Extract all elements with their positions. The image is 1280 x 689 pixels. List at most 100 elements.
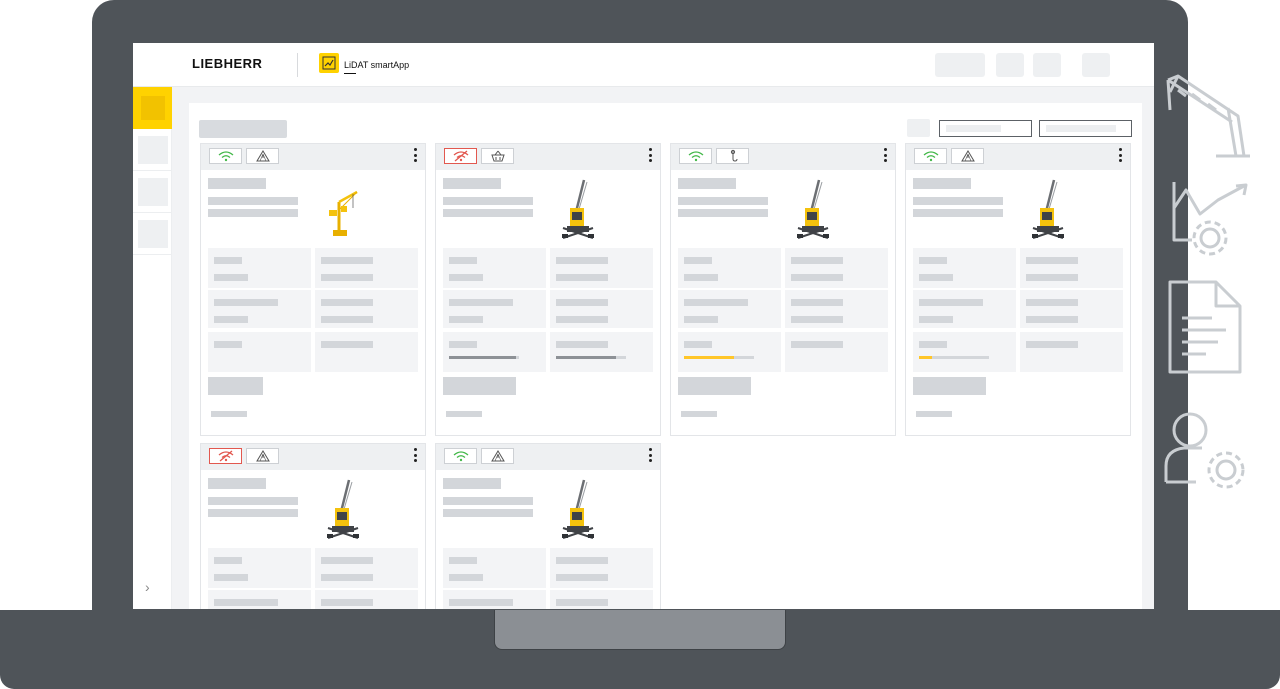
machine-card[interactable]: [200, 143, 426, 436]
metric-cell: [785, 248, 888, 288]
machine-card[interactable]: [435, 443, 661, 609]
metric-label-placeholder: [449, 341, 477, 348]
machine-card[interactable]: [200, 443, 426, 609]
sidebar-expand-icon[interactable]: ›: [145, 579, 150, 595]
machine-name-placeholder: [443, 178, 501, 189]
metric-cell: [1020, 248, 1123, 288]
metric-label-placeholder: [556, 557, 608, 564]
app-screen: LIEBHERR LiDAT smartApp ›: [133, 43, 1154, 609]
warning-icon: [960, 150, 975, 162]
metric-cell: [550, 290, 653, 328]
harbour-crane-image: [1032, 179, 1064, 239]
metric-cell: [443, 548, 546, 588]
machine-info-placeholder: [208, 509, 298, 517]
more-menu-icon[interactable]: [1117, 148, 1123, 162]
header-icon-placeholder[interactable]: [1082, 53, 1110, 77]
signal-lost-icon: [453, 150, 468, 162]
toolbar-button[interactable]: [1039, 120, 1132, 137]
main-content: [172, 87, 1154, 609]
machine-name-placeholder: [208, 178, 266, 189]
card-status-bar: [201, 444, 425, 470]
card-footer-placeholder: [916, 411, 952, 417]
metric-label-placeholder: [214, 257, 242, 264]
metric-label-placeholder: [791, 257, 843, 264]
sidebar: ›: [133, 87, 172, 609]
card-action-placeholder[interactable]: [208, 377, 263, 395]
metric-value-placeholder: [321, 316, 373, 323]
status-chip: [951, 148, 984, 164]
tower-crane-image: [329, 190, 358, 236]
card-footer-placeholder: [681, 411, 717, 417]
metric-value-placeholder: [321, 574, 373, 581]
metric-cell: [443, 332, 546, 372]
metric-cell: [315, 548, 418, 588]
fleet-panel: [189, 103, 1142, 609]
connection-chip: [209, 148, 242, 164]
card-status-bar: [436, 444, 660, 470]
nav-icon-placeholder: [137, 219, 168, 248]
sidebar-item[interactable]: [133, 171, 172, 213]
machine-card[interactable]: [905, 143, 1131, 436]
header-icon-placeholder[interactable]: [1033, 53, 1061, 77]
metric-cell: [913, 332, 1016, 372]
metric-value-placeholder: [214, 316, 248, 323]
app-icon: [319, 53, 339, 73]
machine-info-placeholder: [443, 497, 533, 505]
more-menu-icon[interactable]: [647, 448, 653, 462]
more-menu-icon[interactable]: [412, 448, 418, 462]
card-action-placeholder[interactable]: [443, 377, 516, 395]
page-title-placeholder: [199, 120, 287, 138]
progress-fill: [684, 356, 734, 359]
status-chip: [481, 448, 514, 464]
metric-value-placeholder: [919, 316, 953, 323]
header-icon-placeholder[interactable]: [996, 53, 1024, 77]
card-action-placeholder[interactable]: [678, 377, 751, 395]
machine-card[interactable]: [670, 143, 896, 436]
metric-label-placeholder: [919, 341, 947, 348]
metric-label-placeholder: [449, 299, 513, 306]
metric-label-placeholder: [684, 341, 712, 348]
sidebar-item-active[interactable]: [133, 87, 172, 129]
connection-chip: [209, 448, 242, 464]
card-action-placeholder[interactable]: [913, 377, 986, 395]
metric-value-placeholder: [449, 316, 483, 323]
machine-info-placeholder: [443, 509, 533, 517]
metric-cell: [315, 590, 418, 609]
metric-cell: [443, 590, 546, 609]
brand-logo[interactable]: LIEBHERR: [192, 56, 262, 71]
metric-cell: [208, 248, 311, 288]
machine-info-placeholder: [913, 197, 1003, 205]
metric-cell: [208, 590, 311, 609]
machine-card[interactable]: [435, 143, 661, 436]
metric-value-placeholder: [449, 574, 483, 581]
metric-value-placeholder: [791, 316, 843, 323]
more-menu-icon[interactable]: [412, 148, 418, 162]
metric-cell: [913, 248, 1016, 288]
card-footer-placeholder: [446, 411, 482, 417]
warning-icon: [255, 150, 270, 162]
metric-cell: [678, 248, 781, 288]
more-menu-icon[interactable]: [647, 148, 653, 162]
signal-icon: [688, 151, 703, 162]
metric-value-placeholder: [1026, 274, 1078, 281]
metric-cell: [443, 290, 546, 328]
sidebar-item[interactable]: [133, 129, 172, 171]
more-menu-icon[interactable]: [882, 148, 888, 162]
header-button-placeholder[interactable]: [935, 53, 985, 77]
card-status-bar: [671, 144, 895, 170]
progress-track: [684, 356, 754, 359]
metric-value-placeholder: [556, 316, 608, 323]
toolbar-button[interactable]: [939, 120, 1032, 137]
basket-icon: [490, 150, 505, 162]
button-label-placeholder: [1046, 125, 1116, 132]
metric-value-placeholder: [321, 274, 373, 281]
progress-track: [919, 356, 989, 359]
filter-icon-placeholder[interactable]: [907, 119, 930, 137]
device-mockup: LIEBHERR LiDAT smartApp ›: [0, 0, 1280, 689]
metric-label-placeholder: [321, 341, 373, 348]
warning-icon: [490, 450, 505, 462]
machine-name-placeholder: [913, 178, 971, 189]
progress-fill: [919, 356, 932, 359]
metric-value-placeholder: [791, 274, 843, 281]
sidebar-item[interactable]: [133, 213, 172, 255]
